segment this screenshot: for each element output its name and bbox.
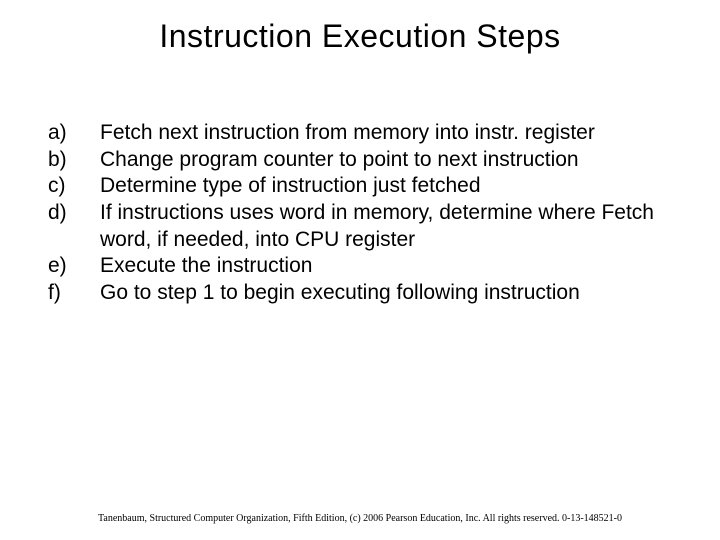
item-letter: f) <box>48 280 100 307</box>
item-letter: a) <box>48 120 100 147</box>
page-title: Instruction Execution Steps <box>0 0 720 55</box>
item-letter: d) <box>48 200 100 227</box>
item-text: Determine type of instruction just fetch… <box>100 173 672 200</box>
list-item: b) Change program counter to point to ne… <box>48 147 672 174</box>
item-text: Change program counter to point to next … <box>100 147 672 174</box>
footer-citation: Tanenbaum, Structured Computer Organizat… <box>0 513 720 524</box>
slide: Instruction Execution Steps a) Fetch nex… <box>0 0 720 540</box>
list-item: f) Go to step 1 to begin executing follo… <box>48 280 672 307</box>
item-text: Go to step 1 to begin executing followin… <box>100 280 672 307</box>
list-item: a) Fetch next instruction from memory in… <box>48 120 672 147</box>
item-text: If instructions uses word in memory, det… <box>100 200 672 253</box>
list-item: e) Execute the instruction <box>48 253 672 280</box>
item-text: Fetch next instruction from memory into … <box>100 120 672 147</box>
item-letter: e) <box>48 253 100 280</box>
step-list: a) Fetch next instruction from memory in… <box>48 120 672 307</box>
item-letter: c) <box>48 173 100 200</box>
item-letter: b) <box>48 147 100 174</box>
item-text: Execute the instruction <box>100 253 672 280</box>
list-item: c) Determine type of instruction just fe… <box>48 173 672 200</box>
list-item: d) If instructions uses word in memory, … <box>48 200 672 253</box>
